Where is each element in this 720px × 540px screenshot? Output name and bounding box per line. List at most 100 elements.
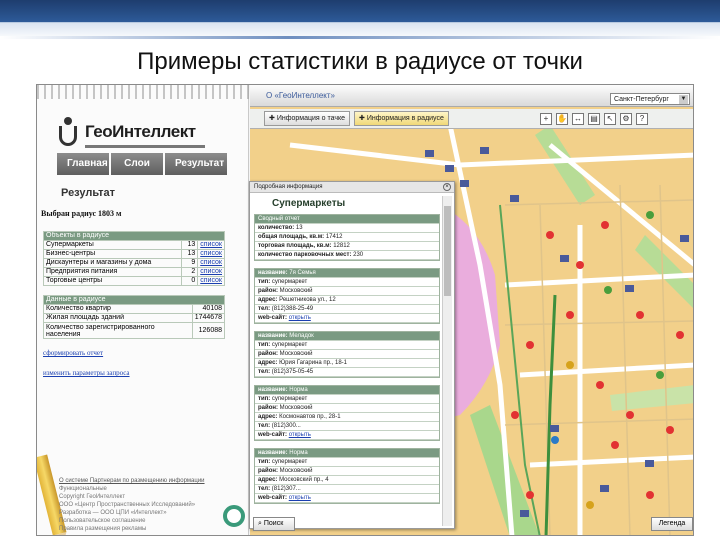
footer-text[interactable]: Пользовательское соглашение (59, 517, 239, 525)
info-radius-label: Информация в радиусе (366, 115, 444, 122)
hand-icon[interactable]: ✋ (556, 113, 568, 125)
table-row: Предприятия питания 2 список (42, 267, 225, 277)
data-table: Данные в радиусе Количество квартир 40108… (43, 295, 226, 339)
measure-icon[interactable]: ↔ (572, 113, 584, 125)
print-icon[interactable]: ▤ (588, 113, 600, 125)
table-row: Бизнес-центры 13 список (42, 249, 225, 259)
store-row: тел: (812)300... (255, 422, 439, 431)
store-site-link[interactable]: открыть (289, 495, 311, 501)
data-value: 1744678 (191, 313, 226, 323)
footer-links[interactable]: О системе Партнерам по размещению информ… (59, 477, 239, 485)
store-name-row: название: Норма (255, 386, 439, 395)
store-district: Московский (279, 405, 313, 411)
object-name: Супермаркеты (42, 240, 183, 250)
list-link[interactable]: список (197, 276, 225, 286)
map-title[interactable]: О «ГеоИнтеллект» (266, 91, 335, 100)
label: название: (258, 387, 288, 393)
change-query-link[interactable]: изменить параметры запроса (43, 369, 130, 377)
list-link[interactable]: список (197, 267, 225, 277)
gear-logo-icon (223, 505, 245, 527)
store-row: тип: супермаркет (255, 278, 439, 287)
footer-text: Copyright ГеоИнтеллект (59, 494, 126, 500)
summary-row: торговая площадь, кв.м: 12812 (255, 242, 439, 251)
store-name: Меладок (289, 333, 314, 339)
logo-text: ГеоИнтеллект (85, 122, 196, 141)
data-name: Жилая площадь зданий (43, 313, 193, 323)
store-row: район: Московский (255, 350, 439, 359)
store-row: web-сайт: открыть (255, 494, 439, 503)
object-count: 9 (181, 258, 199, 268)
arrow-icon[interactable]: ↖ (604, 113, 616, 125)
tab-result[interactable]: Результат (165, 153, 227, 175)
store-row: тип: супермаркет (255, 458, 439, 467)
popup-title: Супермаркеты (272, 198, 346, 209)
label: тел: (258, 369, 271, 375)
store-phone: (812)388-25-49 (271, 306, 314, 312)
footer-text: Функциональные (59, 486, 107, 492)
summary-key: количество парковочных мест: (258, 252, 352, 258)
info-radius-button[interactable]: ✚ Информация в радиусе (354, 111, 449, 126)
store-block: название: Норма тип: супермаркет район: … (254, 448, 440, 504)
popup-scrollbar[interactable] (442, 196, 452, 526)
store-row: адрес: Космонавтов пр., 28-1 (255, 413, 439, 422)
store-row: тел: (812)307... (255, 485, 439, 494)
search-button[interactable]: ⌕ Поиск (253, 517, 295, 531)
store-type: супермаркет (271, 459, 308, 465)
label: район: (258, 468, 278, 474)
table-row: Супермаркеты 13 список (42, 240, 225, 250)
legend-button[interactable]: Легенда (651, 517, 693, 531)
data-name: Количество квартир (43, 304, 193, 314)
footer-text[interactable]: Правила размещения рекламы (59, 525, 239, 533)
store-address: Московский пр., 4 (279, 477, 329, 483)
info-point-button[interactable]: ✚ Информация о тачке (264, 111, 351, 126)
popup-header-text: Подробная информация (254, 184, 323, 190)
info-point-label: Информация о тачке (276, 115, 346, 122)
result-heading: Результат (61, 187, 116, 199)
store-row: тел: (812)388-25-49 (255, 305, 439, 314)
store-site-link[interactable]: открыть (289, 315, 311, 321)
store-address: Решетникова ул., 12 (279, 297, 336, 303)
store-name-row: название: Меладок (255, 332, 439, 341)
label: web-сайт: (258, 432, 288, 438)
summary-value: 17412 (325, 234, 343, 240)
object-name: Торговые центры (42, 276, 183, 286)
label: название: (258, 270, 288, 276)
object-count: 13 (181, 249, 199, 259)
object-count: 2 (181, 267, 199, 277)
list-link[interactable]: список (197, 240, 225, 250)
popup-body: Супермаркеты Сводный отчет количество: 1… (254, 196, 440, 526)
list-link[interactable]: список (197, 258, 225, 268)
slide: Примеры статистики в радиусе от точки Ге… (0, 0, 720, 540)
store-row: район: Московский (255, 467, 439, 476)
help-icon[interactable]: ? (636, 113, 648, 125)
summary-key: торговая площадь, кв.м: (258, 243, 332, 249)
city-select-value: Санкт-Петербург (614, 96, 669, 103)
table-row: Торговые центры 0 список (42, 276, 225, 286)
summary-value: 230 (353, 252, 364, 258)
tab-layers[interactable]: Слои (111, 153, 163, 175)
app-screenshot: ГеоИнтеллект Главная Слои Результат Резу… (36, 84, 694, 536)
scrollbar-thumb[interactable] (444, 206, 451, 296)
list-link[interactable]: список (197, 249, 225, 259)
store-site-link[interactable]: открыть (289, 432, 311, 438)
tab-home[interactable]: Главная (57, 153, 109, 175)
label: район: (258, 288, 278, 294)
data-table-header: Данные в радиусе (43, 295, 225, 305)
info-popup: Подробная информация × Супермаркеты Свод… (249, 181, 455, 529)
table-row: Дискаунтеры и магазины у дома 9 список (42, 258, 225, 268)
label: название: (258, 333, 288, 339)
objects-table-header: Объекты в радиусе (43, 231, 225, 241)
label: web-сайт: (258, 315, 288, 321)
store-type: супермаркет (271, 279, 308, 285)
settings-icon[interactable]: ⚙ (620, 113, 632, 125)
city-select[interactable]: Санкт-Петербург ▼ (610, 93, 690, 105)
close-icon[interactable]: × (443, 183, 451, 191)
label: тел: (258, 423, 271, 429)
logo[interactable]: ГеоИнтеллект (55, 115, 196, 149)
data-value: 126088 (191, 322, 226, 339)
main-tabs: Главная Слои Результат (57, 153, 229, 175)
store-district: Московский (279, 468, 313, 474)
zoom-in-icon[interactable]: + (540, 113, 552, 125)
make-report-link[interactable]: сформировать отчет (43, 349, 103, 357)
label: тел: (258, 486, 271, 492)
